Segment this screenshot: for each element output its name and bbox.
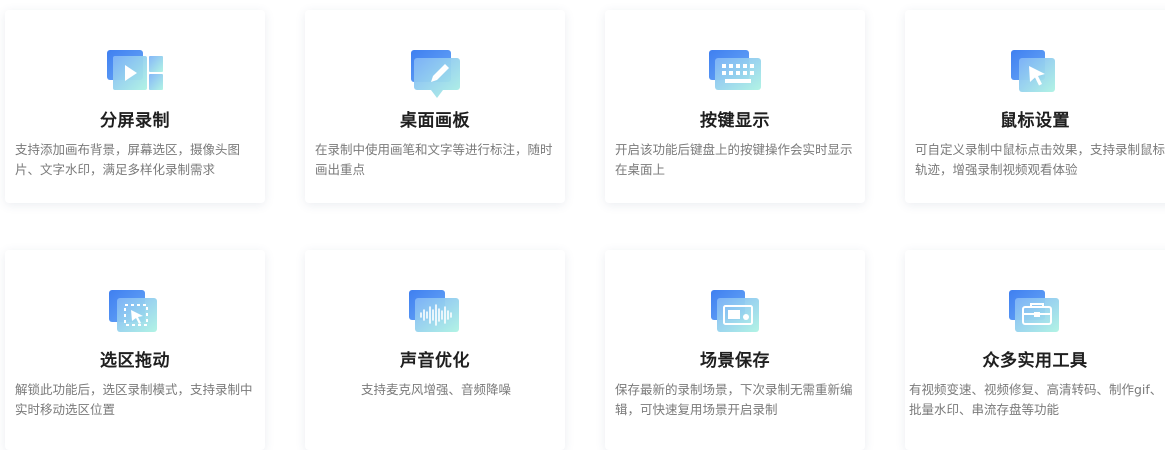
feature-card-keyboard[interactable]: 按键显示 开启该功能后键盘上的按键操作会实时显示在桌面上 [605,10,865,203]
feature-description: 可自定义录制中鼠标点击效果，支持录制鼠标轨迹，增强录制视频观看体验 [915,142,1165,177]
pen-board-icon [403,40,467,100]
toolbox-icon [1003,280,1067,340]
feature-title: 按键显示 [700,111,770,131]
keyboard-icon [703,40,767,100]
feature-title: 声音优化 [400,351,470,371]
feature-card-select-drag[interactable]: 选区拖动 解锁此功能后，选区录制模式，支持录制中实时移动选区位置 [5,250,265,450]
feature-card-scene-save[interactable]: 场景保存 保存最新的录制场景，下次录制无需重新编辑，可快速复用场景开启录制 [605,250,865,450]
feature-description: 开启该功能后键盘上的按键操作会实时显示在桌面上 [615,142,853,177]
feature-card-cursor[interactable]: 鼠标设置 可自定义录制中鼠标点击效果，支持录制鼠标轨迹，增强录制视频观看体验 [905,10,1165,203]
cursor-icon [1003,40,1067,100]
select-drag-icon [103,280,167,340]
audio-wave-icon [403,280,467,340]
feature-description: 在录制中使用画笔和文字等进行标注，随时画出重点 [315,142,553,177]
feature-title: 选区拖动 [100,351,170,371]
scene-save-icon [703,280,767,340]
feature-card-audio[interactable]: 声音优化 支持麦克风增强、音频降噪 [305,250,565,450]
feature-description: 有视频变速、视频修复、高清转码、制作gif、批量水印、串流存盘等功能 [909,382,1163,417]
feature-title: 场景保存 [700,351,770,371]
feature-card-toolbox[interactable]: 众多实用工具 有视频变速、视频修复、高清转码、制作gif、批量水印、串流存盘等功… [905,250,1165,450]
feature-title: 鼠标设置 [1000,111,1070,131]
feature-title: 众多实用工具 [982,351,1088,371]
feature-card-pen-board[interactable]: 桌面画板 在录制中使用画笔和文字等进行标注，随时画出重点 [305,10,565,203]
feature-title: 桌面画板 [400,111,470,131]
feature-description: 保存最新的录制场景，下次录制无需重新编辑，可快速复用场景开启录制 [615,382,853,417]
feature-description: 解锁此功能后，选区录制模式，支持录制中实时移动选区位置 [15,382,253,417]
feature-title: 分屏录制 [100,111,170,131]
split-screen-icon [103,40,167,100]
feature-card-split-screen[interactable]: 分屏录制 支持添加画布背景，屏幕选区，摄像头图片、文字水印，满足多样化录制需求 [5,10,265,203]
feature-description: 支持麦克风增强、音频降噪 [360,382,511,397]
feature-description: 支持添加画布背景，屏幕选区，摄像头图片、文字水印，满足多样化录制需求 [15,142,241,177]
